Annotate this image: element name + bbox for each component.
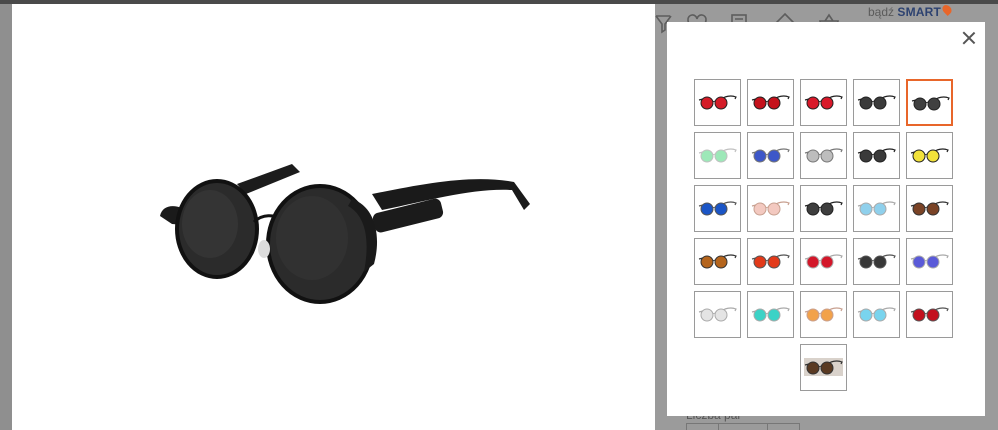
- variant-thumbnail[interactable]: [853, 291, 900, 338]
- variant-thumbnail[interactable]: [853, 238, 900, 285]
- sunglasses-icon: [804, 201, 843, 216]
- sunglasses-icon: [857, 95, 896, 110]
- sunglasses-icon: [804, 254, 843, 269]
- sunglasses-icon: [910, 201, 949, 216]
- sunglasses-icon: [857, 148, 896, 163]
- main-product-image: [160, 164, 530, 304]
- sunglasses-icon: [804, 95, 843, 110]
- variant-thumbnail[interactable]: [694, 291, 741, 338]
- variant-thumbnail[interactable]: [906, 291, 953, 338]
- variant-thumbnail[interactable]: [747, 238, 794, 285]
- variant-thumbnail[interactable]: [694, 238, 741, 285]
- variant-thumbnail[interactable]: [800, 132, 847, 179]
- sunglasses-icon: [698, 95, 737, 110]
- sunglasses-icon: [698, 148, 737, 163]
- sunglasses-icon: [857, 201, 896, 216]
- variant-thumbnail[interactable]: [747, 185, 794, 232]
- variant-thumbnail[interactable]: [800, 344, 847, 391]
- variant-thumbnail[interactable]: [906, 132, 953, 179]
- sunglasses-icon: [804, 358, 843, 376]
- smart-brand: SMART: [897, 5, 942, 19]
- sunglasses-icon: [804, 307, 843, 322]
- variant-thumbnail[interactable]: [853, 132, 900, 179]
- sunglasses-icon: [698, 307, 737, 322]
- sunglasses-icon: [910, 148, 949, 163]
- variant-thumbnail[interactable]: [853, 185, 900, 232]
- sunglasses-icon: [751, 148, 790, 163]
- sunglasses-icon: [804, 148, 843, 163]
- sunglasses-icon: [857, 254, 896, 269]
- sunglasses-icon: [698, 254, 737, 269]
- color-variant-modal: [667, 22, 985, 416]
- main-image-panel: [12, 4, 655, 430]
- close-button[interactable]: [958, 28, 980, 50]
- variant-thumbnail[interactable]: [747, 79, 794, 126]
- smart-prefix: bądź: [868, 5, 895, 19]
- variant-thumbnail[interactable]: [906, 238, 953, 285]
- variant-thumbnail[interactable]: [800, 291, 847, 338]
- variant-thumbnail[interactable]: [800, 79, 847, 126]
- quantity-stepper[interactable]: [686, 423, 800, 430]
- variant-thumbnail[interactable]: [747, 291, 794, 338]
- sunglasses-icon: [751, 307, 790, 322]
- sunglasses-icon: [910, 254, 949, 269]
- variant-thumbnail[interactable]: [694, 132, 741, 179]
- variant-thumbnail[interactable]: [853, 79, 900, 126]
- sunglasses-icon: [910, 307, 949, 322]
- variant-thumbnail[interactable]: [906, 79, 953, 126]
- sunglasses-icon: [911, 96, 950, 111]
- variant-thumbnail[interactable]: [800, 185, 847, 232]
- sunglasses-icon: [751, 254, 790, 269]
- sunglasses-icon: [698, 201, 737, 216]
- overlay-left-strip: [0, 4, 12, 430]
- variant-thumbnail[interactable]: [747, 132, 794, 179]
- variant-thumbnail[interactable]: [694, 79, 741, 126]
- sunglasses-icon: [857, 307, 896, 322]
- smart-badge[interactable]: bądź SMART: [868, 3, 954, 19]
- sunglasses-icon: [751, 201, 790, 216]
- variant-thumbnail[interactable]: [906, 185, 953, 232]
- variant-thumbnail[interactable]: [694, 185, 741, 232]
- variant-thumbnail[interactable]: [800, 238, 847, 285]
- sunglasses-icon: [751, 95, 790, 110]
